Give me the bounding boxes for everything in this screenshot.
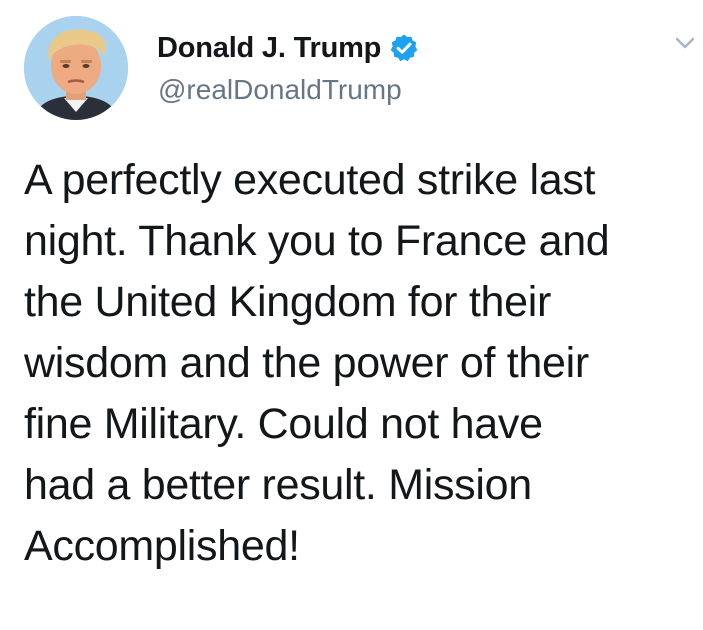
author-name-row: Donald J. Trump (157, 30, 419, 66)
verified-badge-icon (389, 33, 419, 63)
avatar[interactable] (24, 16, 128, 120)
tweet-text: A perfectly executed strike last night. … (24, 156, 610, 570)
chevron-down-icon[interactable] (670, 28, 700, 58)
avatar-photo-icon (24, 16, 128, 120)
user-handle[interactable]: @realDonaldTrump (158, 74, 402, 106)
display-name[interactable]: Donald J. Trump (157, 32, 381, 65)
tweet-card: Donald J. Trump @realDonaldTrump A perfe… (0, 0, 703, 630)
